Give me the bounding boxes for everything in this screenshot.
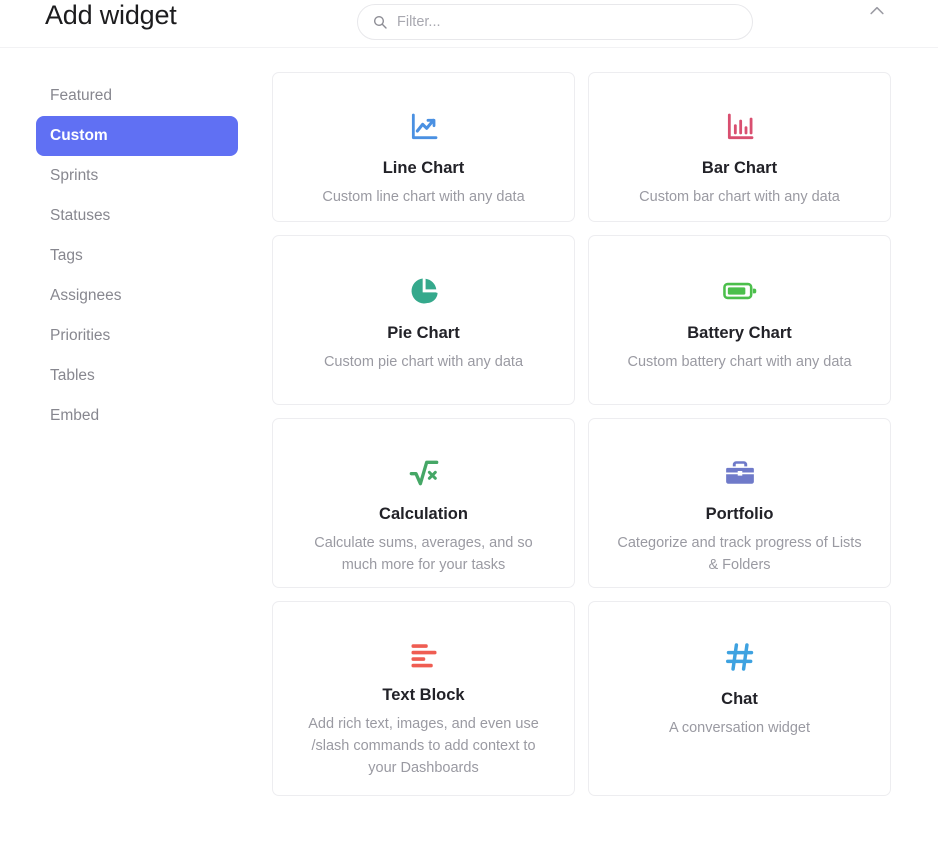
sidebar-item-label: Custom <box>50 127 108 144</box>
bar-chart-icon <box>727 113 753 140</box>
widget-card-line-chart[interactable]: Line Chart Custom line chart with any da… <box>272 72 575 222</box>
briefcase-icon <box>725 461 754 484</box>
card-title: Chat <box>721 690 758 708</box>
card-description: Custom bar chart with any data <box>639 188 840 205</box>
card-description: Custom line chart with any data <box>322 188 525 205</box>
card-icon <box>722 274 757 308</box>
card-description: Custom battery chart with any data <box>627 353 852 370</box>
card-description: Add rich text, images, and even use /sla… <box>308 715 539 776</box>
sidebar-item-label: Featured <box>50 87 113 104</box>
card-title: Line Chart <box>382 159 465 177</box>
card-icon <box>724 457 756 489</box>
sidebar-item-label: Statuses <box>50 207 111 224</box>
page-title: Add widget <box>45 0 177 30</box>
card-title: Calculation <box>379 505 468 523</box>
sidebar-item-label: Priorities <box>50 327 111 344</box>
widget-card-text-block[interactable]: Text Block Add rich text, images, and ev… <box>272 601 575 796</box>
card-icon <box>408 457 440 489</box>
card-description: A conversation widget <box>668 719 811 736</box>
sidebar-item-label: Tables <box>50 367 95 384</box>
widget-grid: Line Chart Custom line chart with any da… <box>272 72 892 796</box>
sidebar-item-label: Sprints <box>50 167 99 184</box>
sidebar-item-featured[interactable]: Featured <box>36 76 238 116</box>
search-icon <box>373 15 387 29</box>
widget-card-pie-chart[interactable]: Pie Chart Custom pie chart with any data <box>272 235 575 405</box>
card-icon <box>724 111 756 143</box>
modal-header: Add widget <box>0 0 938 48</box>
sidebar-item-label: Embed <box>50 407 100 424</box>
sidebar-item-tags[interactable]: Tags <box>36 236 238 276</box>
text-lines-icon <box>411 644 436 668</box>
sidebar-item-sprints[interactable]: Sprints <box>36 156 238 196</box>
widget-card-battery-chart[interactable]: Battery Chart Custom battery chart with … <box>588 235 891 405</box>
sidebar-item-assignees[interactable]: Assignees <box>36 276 238 316</box>
widget-card-bar-chart[interactable]: Bar Chart Custom bar chart with any data <box>588 72 891 222</box>
sidebar-item-priorities[interactable]: Priorities <box>36 316 238 356</box>
sidebar-item-label: Tags <box>50 247 83 264</box>
card-icon <box>724 640 756 674</box>
card-description: Categorize and track progress of Lists &… <box>617 534 862 573</box>
card-title: Text Block <box>382 686 465 704</box>
hashtag-icon <box>725 643 753 671</box>
sidebar-item-statuses[interactable]: Statuses <box>36 196 238 236</box>
sidebar-item-custom[interactable]: Custom <box>36 116 238 156</box>
collapse-button[interactable] <box>864 0 890 24</box>
chevron-up-icon <box>870 6 884 15</box>
square-root-icon <box>409 460 438 486</box>
sidebar-item-embed[interactable]: Embed <box>36 396 238 436</box>
widget-card-chat[interactable]: Chat A conversation widget <box>588 601 891 796</box>
card-icon <box>409 640 439 670</box>
card-icon <box>408 111 440 143</box>
widget-card-calculation[interactable]: Calculation Calculate sums, averages, an… <box>272 418 575 588</box>
card-title: Battery Chart <box>687 324 792 342</box>
sidebar-item-label: Assignees <box>50 287 122 304</box>
sidebar-item-tables[interactable]: Tables <box>36 356 238 396</box>
card-icon <box>408 274 440 308</box>
filter-search-box[interactable] <box>357 4 753 40</box>
add-widget-modal: Add widget Featured Custom Sprints Statu… <box>0 0 938 843</box>
pie-chart-icon <box>411 278 438 304</box>
battery-icon <box>722 282 756 300</box>
line-chart-icon <box>411 113 437 140</box>
card-title: Pie Chart <box>387 324 460 342</box>
widget-card-portfolio[interactable]: Portfolio Categorize and track progress … <box>588 418 891 588</box>
category-sidebar: Featured Custom Sprints Statuses Tags As… <box>36 76 238 436</box>
card-title: Bar Chart <box>701 159 778 177</box>
card-description: Custom pie chart with any data <box>323 353 524 370</box>
card-description: Calculate sums, averages, and so much mo… <box>314 534 533 573</box>
search-input[interactable] <box>397 14 738 30</box>
card-title: Portfolio <box>705 505 774 523</box>
